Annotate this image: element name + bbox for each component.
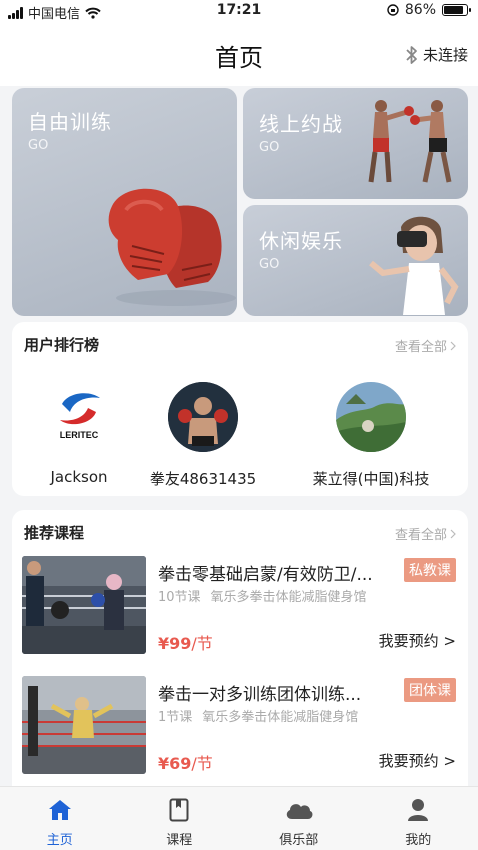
ranking-title: 用户排行榜 xyxy=(24,336,100,354)
bluetooth-status[interactable]: 未连接 xyxy=(405,44,468,65)
rank-user[interactable]: 拳友48631435 xyxy=(128,382,278,489)
banner-title: 休闲娱乐 xyxy=(259,229,343,253)
course-venue: 氧乐多拳击体能减脂健身馆 xyxy=(210,590,367,605)
status-right: 86% xyxy=(387,2,471,18)
course-lessons: 10节课 xyxy=(158,590,201,605)
banner-free-training[interactable]: 自由训练 GO xyxy=(12,88,237,316)
battery-icon xyxy=(442,4,471,16)
course-title: 拳击零基础启蒙/有效防卫/... xyxy=(158,565,373,585)
nav-club[interactable]: 俱乐部 xyxy=(239,787,359,850)
course-price-unit: /节 xyxy=(191,634,213,653)
ranking-see-all[interactable]: 查看全部 xyxy=(395,336,456,355)
nav-label: 俱乐部 xyxy=(279,833,319,848)
ranking-header: 用户排行榜 查看全部 xyxy=(24,334,456,355)
course-tag: 私教课 xyxy=(404,558,456,582)
course-price-unit: /节 xyxy=(191,754,213,773)
course-title: 拳击一对多训练团体训练... xyxy=(158,685,362,705)
landscape-avatar-image xyxy=(336,382,406,452)
course-price-value: ¥99 xyxy=(158,634,192,653)
nav-label: 主页 xyxy=(46,833,73,848)
banner-online-battle[interactable]: 线上约战 GO xyxy=(243,88,468,199)
nav-label: 课程 xyxy=(166,833,193,848)
group-class-image xyxy=(22,676,146,774)
course-item[interactable]: 拳击一对多训练团体训练... 团体课 1节课 氧乐多拳击体能减脂健身馆 ¥69/节… xyxy=(22,676,458,776)
banner-go: GO xyxy=(259,140,280,155)
see-all-label: 查看全部 xyxy=(394,528,447,543)
logo-text: LERITEC xyxy=(60,430,99,440)
avatar: LERITEC xyxy=(44,382,114,452)
course-price: ¥99/节 xyxy=(158,630,213,654)
rank-user-name: 拳友48631435 xyxy=(149,470,257,488)
course-thumbnail xyxy=(22,676,146,774)
status-bar: 中国电信 17:21 86% xyxy=(0,0,478,22)
ranking-panel: 用户排行榜 查看全部 LERITEC Jackson 拳友48631435 莱立… xyxy=(12,322,468,496)
course-meta: 10节课 氧乐多拳击体能减脂健身馆 xyxy=(158,586,367,605)
banner-title: 自由训练 xyxy=(28,110,112,134)
book-icon xyxy=(169,797,189,823)
chevron-right-icon xyxy=(450,529,456,538)
courses-panel: 推荐课程 查看全部 拳击零基础启蒙/有效防卫/... 私教课 10节课 氧乐多拳… xyxy=(12,510,468,800)
avatar xyxy=(168,382,238,452)
course-tag: 团体课 xyxy=(404,678,456,702)
see-all-label: 查看全部 xyxy=(394,340,447,355)
nav-courses[interactable]: 课程 xyxy=(120,787,240,850)
courses-title: 推荐课程 xyxy=(24,524,85,542)
book-button[interactable]: 我要预约 > xyxy=(379,750,456,771)
bottom-nav: 主页 课程 俱乐部 我的 xyxy=(0,786,478,850)
leritec-logo-icon: LERITEC xyxy=(60,393,100,440)
course-price-value: ¥69 xyxy=(158,754,192,773)
battery-percent: 86% xyxy=(404,2,436,18)
courses-see-all[interactable]: 查看全部 xyxy=(395,524,456,543)
boxing-gloves-image xyxy=(108,188,236,306)
vr-player-image xyxy=(369,216,459,315)
rank-user[interactable]: 莱立得(中国)科技 xyxy=(296,382,446,489)
course-lessons: 1节课 xyxy=(158,710,193,725)
boxing-class-image xyxy=(22,556,146,654)
course-price: ¥69/节 xyxy=(158,750,213,774)
course-thumbnail xyxy=(22,556,146,654)
banner-leisure[interactable]: 休闲娱乐 GO xyxy=(243,205,468,316)
bluetooth-icon xyxy=(406,45,417,64)
home-icon xyxy=(48,797,72,823)
header: 首页 未连接 xyxy=(0,22,478,86)
book-button[interactable]: 我要预约 > xyxy=(379,630,456,651)
course-meta: 1节课 氧乐多拳击体能减脂健身馆 xyxy=(158,706,358,725)
course-venue: 氧乐多拳击体能减脂健身馆 xyxy=(202,710,359,725)
avatar xyxy=(336,382,406,452)
banner-title: 线上约战 xyxy=(259,112,343,136)
user-icon xyxy=(407,797,429,823)
rank-user-name: 莱立得(中国)科技 xyxy=(312,470,430,488)
boxers-image xyxy=(368,100,452,183)
chevron-right-icon xyxy=(450,341,456,350)
nav-home[interactable]: 主页 xyxy=(0,787,120,850)
rotation-lock-icon xyxy=(387,4,399,16)
boxer-avatar-image xyxy=(168,382,238,452)
course-item[interactable]: 拳击零基础启蒙/有效防卫/... 私教课 10节课 氧乐多拳击体能减脂健身馆 ¥9… xyxy=(22,556,458,656)
nav-profile[interactable]: 我的 xyxy=(359,787,478,850)
nav-label: 我的 xyxy=(405,833,432,848)
cloud-icon xyxy=(284,797,314,823)
courses-header: 推荐课程 查看全部 xyxy=(24,522,456,543)
banner-go: GO xyxy=(259,257,280,272)
bluetooth-status-label: 未连接 xyxy=(422,46,468,64)
banner-go: GO xyxy=(28,138,49,153)
